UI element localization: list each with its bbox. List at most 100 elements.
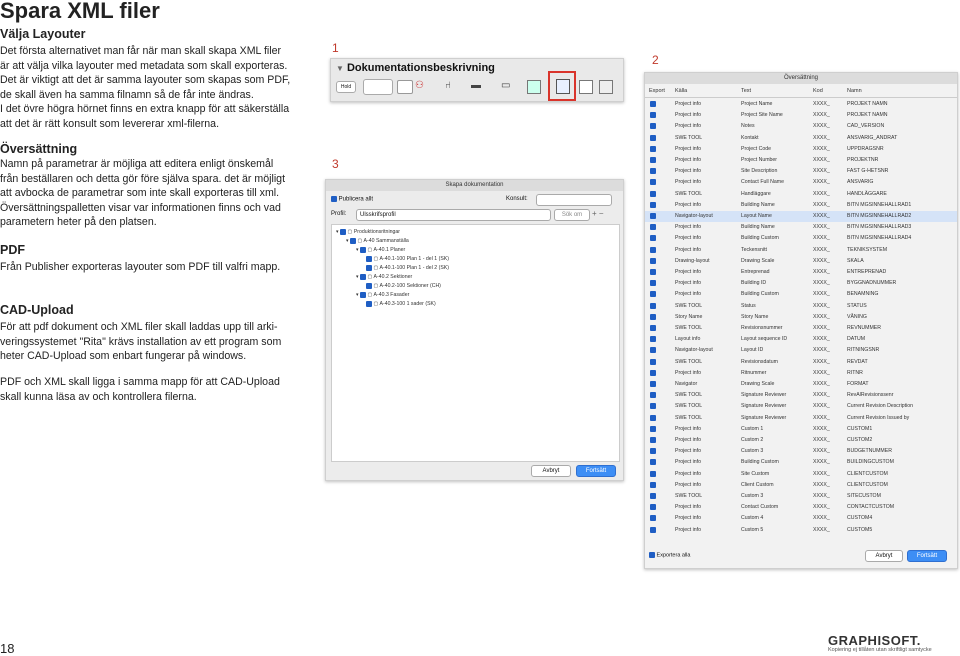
table-row[interactable]: SWE TOOL Signature Reviewer XXXX_ Current R… [645,401,957,412]
table-row[interactable]: Project info Project Name XXXX_ PROJEKT NAM… [645,99,957,110]
table-row[interactable]: SWE TOOL Custom 3 XXXX_ SITECUSTOM [645,491,957,502]
table-row[interactable]: Project info Site Custom XXXX_ CLIENTCUSTOM [645,469,957,480]
row-checkbox[interactable] [650,526,656,533]
row-checkbox[interactable] [650,157,656,163]
row-checkbox[interactable] [650,369,656,376]
table-row[interactable]: Project info Building Name XXXX_ BITN MGSIN… [645,222,957,233]
table-row[interactable]: Project info Project Number XXXX_ PROJEKTNR [645,155,957,166]
table-row[interactable]: Project info Ritnummer XXXX_ RITNR [645,368,957,379]
table-row[interactable]: Layout info Layout sequence ID XXXX_ DATUM [645,334,957,345]
row-checkbox[interactable] [650,235,656,242]
table-row[interactable]: Project info Custom 4 XXXX_ CUSTOM4 [645,513,957,524]
table-row[interactable]: Navigator-layout Layout ID XXXX_ RITNINGSNR [645,345,957,356]
chair-icon[interactable]: ⑁ [445,80,457,92]
row-checkbox[interactable] [650,145,656,152]
document-icon[interactable] [397,80,413,94]
table-row[interactable]: Project info Custom 3 XXXX_ BUDGETNUMMER [645,446,957,457]
row-checkbox[interactable] [650,246,656,253]
table-icon[interactable]: ▭ [501,80,513,92]
xml-icon[interactable] [556,79,570,94]
table-row[interactable]: Project info Custom 1 XXXX_ CUSTOM1 [645,424,957,435]
col-code[interactable]: Kod [813,88,823,94]
export-icon[interactable] [527,80,541,94]
table-row[interactable]: Project info Contact Full Name XXXX_ ANSVAR… [645,177,957,188]
row-checkbox[interactable] [650,101,656,107]
print-icon[interactable] [579,80,593,94]
col-export[interactable]: Export [649,88,665,94]
table-row[interactable]: SWE TOOL Status XXXX_ STATUS [645,301,957,312]
sofa-icon[interactable]: ▬ [471,80,483,92]
checkbox-icon[interactable] [649,552,655,558]
continue-button[interactable]: Fortsätt [907,550,947,562]
continue-button[interactable]: Fortsätt [576,465,616,477]
table-row[interactable]: Story Name Story Name XXXX_ VÅNING [645,312,957,323]
row-checkbox[interactable] [650,493,656,499]
tree-item[interactable]: ▢ A-40.3-100 1 sader (SK) [366,299,436,310]
row-checkbox[interactable] [650,437,656,443]
row-checkbox[interactable] [650,425,656,432]
row-checkbox[interactable] [650,392,656,399]
add-remove-icon[interactable]: + − [592,209,604,218]
row-checkbox[interactable] [650,381,656,387]
table-row[interactable]: Project info Client Custom XXXX_ CLIENTCUST… [645,480,957,491]
table-row[interactable]: Project info Project Code XXXX_ UPPDRAGSNR [645,144,957,155]
disclosure-triangle-icon[interactable]: ▼ [336,64,344,73]
publish-all-checkbox[interactable]: Publicera allt [331,196,373,203]
row-checkbox[interactable] [650,358,656,365]
row-checkbox[interactable] [650,280,656,287]
row-checkbox[interactable] [650,459,656,466]
row-checkbox[interactable] [650,213,656,219]
table-row[interactable]: SWE TOOL Revisionsdatum XXXX_ REVDAT [645,357,957,368]
row-checkbox[interactable] [650,336,656,343]
row-checkbox[interactable] [650,224,656,231]
people-icon[interactable]: ⚇ [415,80,427,92]
row-checkbox[interactable] [650,269,656,275]
row-checkbox[interactable] [650,325,656,331]
row-checkbox[interactable] [650,347,656,354]
row-checkbox[interactable] [650,168,656,175]
table-row[interactable]: Project info Custom 5 XXXX_ CUSTOM5 [645,525,957,536]
table-row[interactable]: SWE TOOL Signature Reviewer XXXX_ Current R… [645,413,957,424]
table-row[interactable]: Navigator Drawing Scale XXXX_ FORMAT [645,379,957,390]
table-row[interactable]: SWE TOOL Kontakt XXXX_ ANSVARIG_ANDRAT [645,133,957,144]
table-row[interactable]: Project info Building ID XXXX_ BYGGNADNUMME… [645,278,957,289]
row-checkbox[interactable] [650,190,656,197]
row-checkbox[interactable] [650,504,656,511]
checkbox-icon[interactable] [331,196,337,202]
row-checkbox[interactable] [650,291,656,298]
table-row[interactable]: Project info Building Custom XXXX_ BENAMNIN… [645,289,957,300]
row-checkbox[interactable] [650,112,656,119]
table-row[interactable]: Project info Notes XXXX_ CAD_VERSION [645,121,957,132]
row-checkbox[interactable] [650,470,656,477]
row-checkbox[interactable] [650,448,656,455]
table-row[interactable]: Project info Building Name XXXX_ BITN MGSIN… [645,200,957,211]
table-row[interactable]: Project info Building Custom XXXX_ BITN MGS… [645,233,957,244]
table-row[interactable]: Drawing-layout Drawing Scale XXXX_ SKALA [645,256,957,267]
row-checkbox[interactable] [650,123,656,130]
table-row[interactable]: Project info Entreprenad XXXX_ ENTREPRENAD [645,267,957,278]
hold-button[interactable]: Hold [336,81,356,93]
row-checkbox[interactable] [650,515,656,522]
table-row[interactable]: Project info Teckensnitt XXXX_ TEKNIKSYSTEM [645,245,957,256]
row-checkbox[interactable] [650,481,656,488]
cancel-button[interactable]: Avbryt [531,465,571,477]
col-text[interactable]: Text [741,88,751,94]
row-checkbox[interactable] [650,403,656,410]
table-row[interactable]: Navigator-layout Layout Name XXXX_ BITN MGS… [645,211,957,222]
col-source[interactable]: Källa [675,88,687,94]
table-row[interactable]: SWE TOOL Revisionsnummer XXXX_ REVNUMMER [645,323,957,334]
row-checkbox[interactable] [650,201,656,208]
table-row[interactable]: Project info Site Description XXXX_ FAST G-… [645,166,957,177]
search-input[interactable]: Sök om [554,209,590,221]
table-row[interactable]: Project info Custom 2 XXXX_ CUSTOM2 [645,435,957,446]
konsult-select[interactable] [536,194,612,206]
row-checkbox[interactable] [650,179,656,186]
export-all-checkbox[interactable]: Exportera alla [649,552,690,558]
table-row[interactable]: SWE TOOL Handläggare XXXX_ HANDLÄGGARE [645,189,957,200]
settings-icon[interactable] [599,80,613,94]
col-name[interactable]: Namn [847,88,862,94]
row-checkbox[interactable] [650,302,656,309]
table-row[interactable]: Project info Project Site Name XXXX_ PROJEK… [645,110,957,121]
table-row[interactable]: Project info Building Custom XXXX_ BUILDING… [645,457,957,468]
cancel-button[interactable]: Avbryt [865,550,903,562]
